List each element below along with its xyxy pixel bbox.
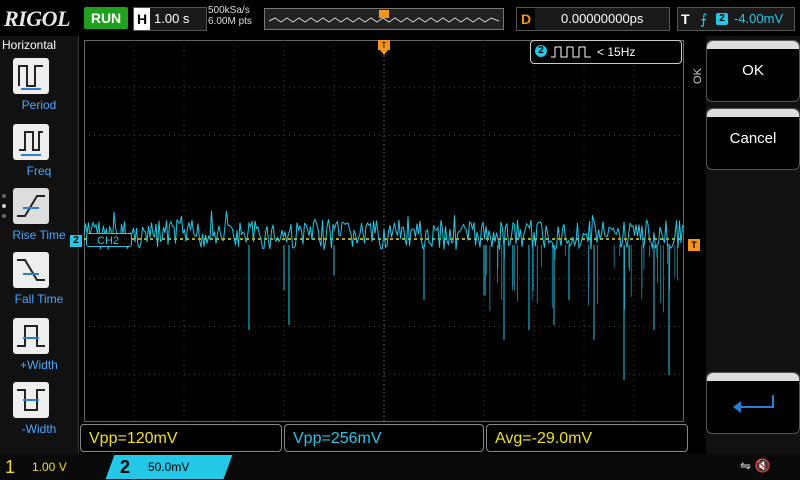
ch1-status[interactable]: 1 1.00 V (0, 456, 100, 478)
measure-menu: Horizontal Period Freq Rise Time Fall Ti… (0, 36, 79, 454)
ch2-label-badge: CH2 (86, 233, 132, 247)
trigger-source: 2 (716, 13, 728, 25)
measure-fall-time[interactable]: Fall Time (0, 252, 78, 314)
measurement-ch1-vpp[interactable]: Vpp=120mV (80, 424, 282, 452)
horizontal-key: H (134, 8, 150, 30)
trigger-level: -4.00mV (734, 11, 784, 26)
ch1-scale: 1.00 V (32, 460, 67, 474)
trigger-position-marker (379, 10, 389, 18)
measure-freq[interactable]: Freq (0, 124, 78, 186)
trigger-position-arrow[interactable]: T (378, 40, 390, 61)
acquisition-info: 500kSa/s 6.00M pts (208, 5, 252, 27)
delay-display[interactable]: D 0.00000000ps (516, 7, 670, 31)
frequency-icon (13, 124, 49, 160)
frequency-counter: 2 < 15Hz (530, 40, 682, 64)
brand-logo: RIGOL (4, 6, 70, 31)
positive-width-icon (13, 318, 49, 354)
fall-time-icon (13, 252, 49, 288)
trigger-display[interactable]: T ⨍ 2 -4.00mV (677, 7, 795, 31)
softkey-panel: OK Cancel (706, 36, 800, 454)
cancel-button[interactable]: Cancel (706, 108, 800, 170)
trigger-level-marker[interactable]: T (688, 239, 700, 251)
page-indicator (2, 194, 6, 218)
ok-button[interactable]: OK (706, 40, 800, 102)
counter-value: < 15Hz (597, 45, 636, 59)
timebase-display[interactable]: H 1.00 s (133, 7, 207, 31)
ok-button-label: OK (742, 62, 764, 79)
return-arrow-icon (733, 395, 774, 413)
measure-negative-width[interactable]: -Width (0, 382, 78, 444)
back-button[interactable] (706, 372, 800, 434)
waveform-display[interactable] (84, 40, 684, 422)
negative-width-label: -Width (21, 422, 57, 436)
run-stop-button[interactable]: RUN (84, 7, 128, 29)
rise-time-icon (13, 188, 49, 224)
timebase-value: 1.00 s (154, 11, 190, 26)
rise-time-label: Rise Time (12, 228, 66, 242)
usb-icon: ⇋ 🔇 (740, 458, 771, 473)
fall-time-label: Fall Time (14, 292, 64, 306)
ch2-offset-marker[interactable]: 2 (70, 235, 82, 247)
measure-positive-width[interactable]: +Width (0, 318, 78, 380)
memory-depth: 6.00M pts (208, 16, 252, 27)
sample-rate: 500kSa/s (208, 5, 250, 16)
ok-button-header (707, 41, 799, 49)
trigger-key: T (681, 11, 690, 27)
menu-title: Horizontal (2, 38, 57, 52)
memory-overview-strip (264, 8, 504, 30)
delay-value: 0.00000000ps (561, 11, 644, 26)
ch2-number: 2 (120, 457, 131, 477)
falling-edge-icon: ⨍ (700, 11, 708, 27)
ok-side-label: OK (691, 68, 704, 84)
measure-rise-time[interactable]: Rise Time (0, 188, 78, 250)
cancel-button-label: Cancel (729, 130, 777, 147)
cancel-button-header (707, 109, 799, 117)
pulse-train-icon (551, 46, 591, 58)
delay-key: D (517, 8, 535, 30)
memory-waveform-preview (268, 10, 500, 23)
measurement-ch2-vpp[interactable]: Vpp=256mV (284, 424, 484, 452)
period-icon (13, 58, 49, 94)
measure-period[interactable]: Period (0, 58, 78, 120)
freq-label: Freq (26, 164, 52, 178)
trigger-position-label: T (382, 41, 387, 50)
negative-width-icon (13, 382, 49, 418)
back-button-header (707, 373, 799, 381)
counter-channel: 2 (535, 45, 547, 57)
measurement-ch1-avg[interactable]: Avg=-29.0mV (486, 424, 688, 452)
ch2-scale: 50.0mV (148, 460, 190, 474)
ch1-number: 1 (5, 457, 16, 477)
positive-width-label: +Width (20, 358, 58, 372)
period-label: Period (21, 98, 57, 112)
